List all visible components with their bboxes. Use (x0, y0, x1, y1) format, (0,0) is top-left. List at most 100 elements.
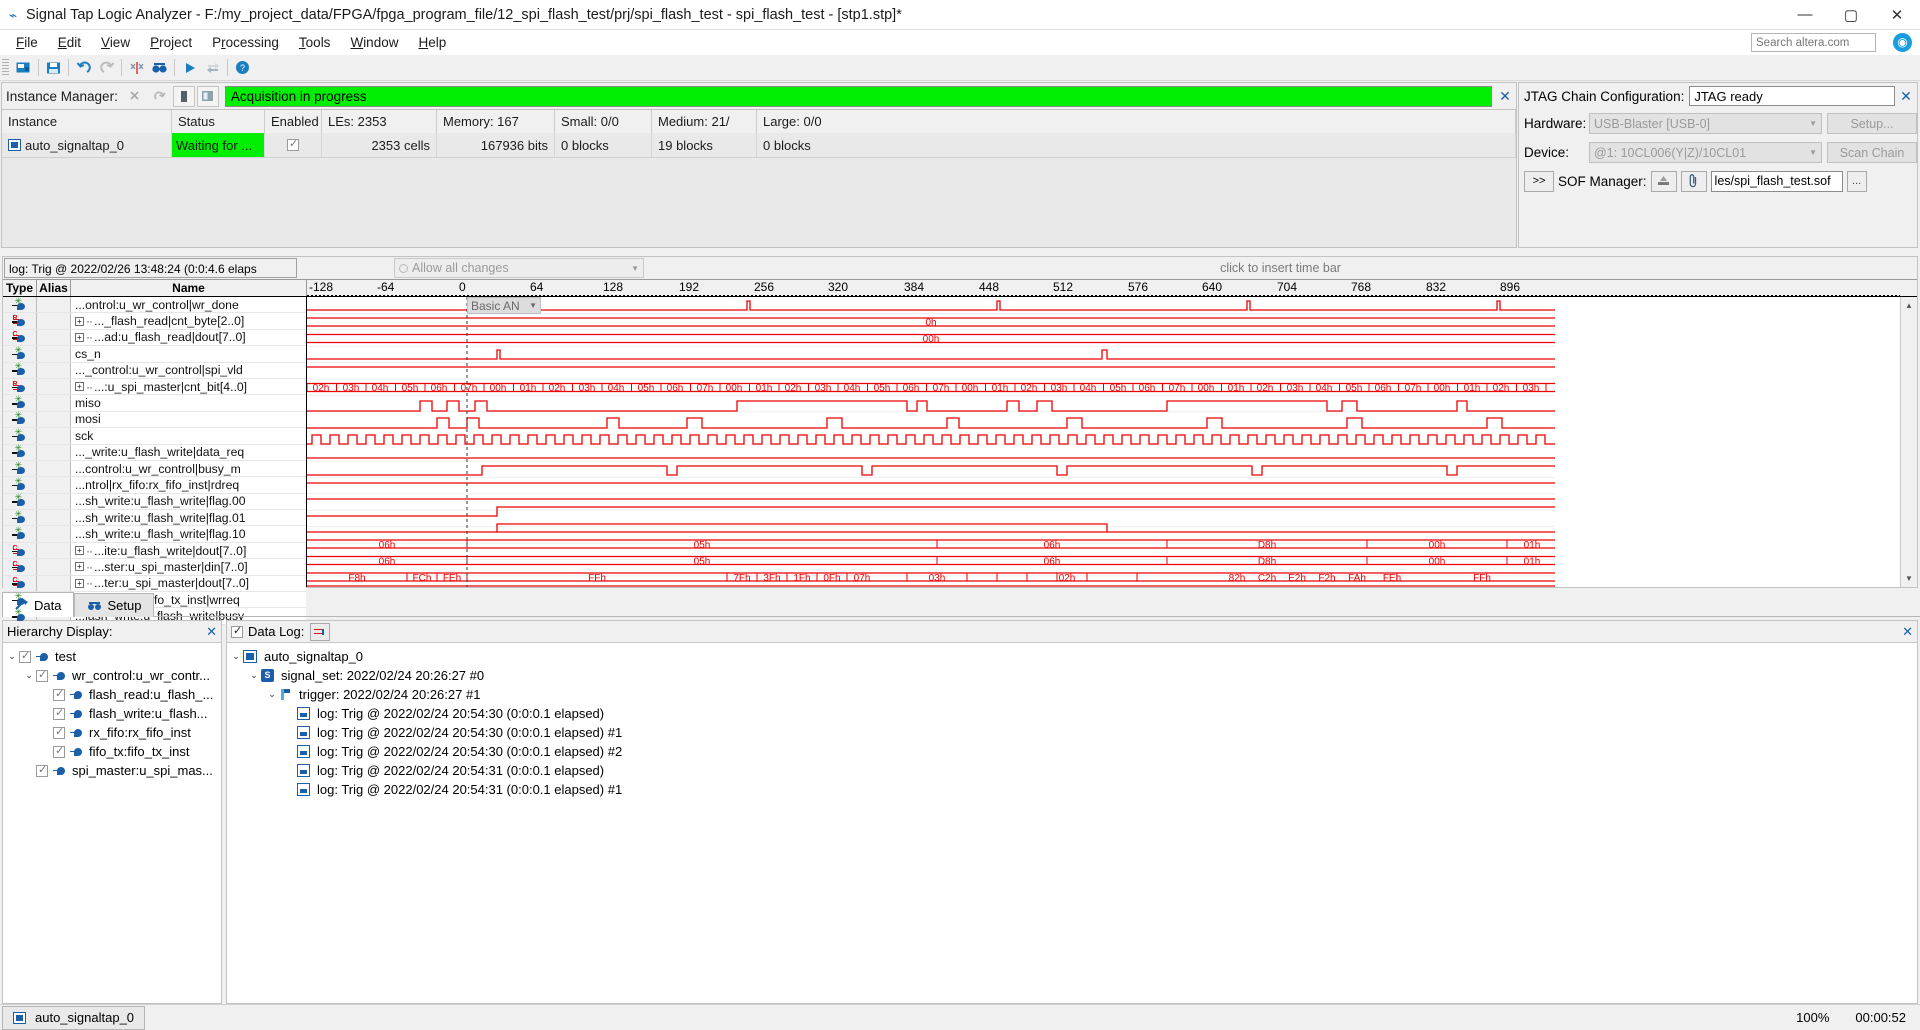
signal-row[interactable]: ✳ ...control:u_wr_control|busy_m (3, 460, 306, 478)
signal-row[interactable]: C +··...ter:u_spi_master|dout[7..0] (3, 575, 306, 593)
read-data-button[interactable] (196, 85, 219, 107)
save-icon[interactable] (42, 57, 65, 79)
chevron-down-icon[interactable]: ⌄ (229, 651, 243, 662)
tab-setup[interactable]: Setup (74, 593, 155, 617)
data-log-node[interactable]: · log: Trig @ 2022/02/24 20:54:30 (0:0:0.… (229, 742, 1917, 761)
data-log-node[interactable]: · log: Trig @ 2022/02/24 20:54:30 (0:0:0.… (229, 704, 1917, 723)
hierarchy-node-checkbox[interactable] (53, 687, 65, 701)
menu-tools[interactable]: Tools (289, 32, 341, 53)
help-icon[interactable]: ? (231, 57, 254, 79)
scroll-track[interactable] (1901, 314, 1917, 570)
expand-bus-icon[interactable]: + (75, 546, 84, 556)
signal-row[interactable]: ✳ miso (3, 394, 306, 412)
menu-help[interactable]: Help (408, 32, 456, 53)
chevron-down-icon[interactable]: ⌄ (22, 670, 36, 681)
undo-icon[interactable] (72, 57, 95, 79)
jtag-close-icon[interactable]: ✕ (1895, 88, 1917, 105)
menu-processing[interactable]: Processing (202, 32, 289, 53)
signal-row[interactable]: R +··..._flash_read|cnt_byte[2..0] (3, 313, 306, 330)
stop-analysis-button[interactable] (172, 85, 195, 107)
signal-row[interactable]: C +··...ad:u_flash_read|dout[7..0] (3, 329, 306, 347)
scroll-down-icon[interactable]: ▼ (1901, 570, 1917, 587)
hierarchy-node-checkbox[interactable] (53, 706, 65, 720)
find-icon[interactable] (148, 57, 171, 79)
signal-row[interactable]: R +··...:u_spi_master|cnt_bit[4..0] (3, 378, 306, 396)
signal-row[interactable]: ✳ mosi (3, 410, 306, 429)
signal-row[interactable]: ✳ cs_n (3, 345, 306, 363)
menu-window[interactable]: Window (340, 32, 408, 53)
signal-row[interactable]: ✳ ...sh_write:u_flash_write|flag.10 (3, 525, 306, 543)
program-device-icon[interactable] (1650, 170, 1677, 192)
time-ruler[interactable]: -128 -64 0 64 128 192 256 320 384 448 51… (307, 280, 1900, 297)
sof-file-field[interactable]: les/spi_flash_test.sof (1710, 170, 1843, 192)
hierarchy-node-checkbox[interactable] (36, 763, 48, 777)
data-log-node[interactable]: ⌄ Ssignal_set: 2022/02/24 20:26:27 #0 (229, 666, 1917, 685)
data-log-node[interactable]: · log: Trig @ 2022/02/24 20:54:30 (0:0:0.… (229, 723, 1917, 742)
hierarchy-node-checkbox[interactable] (53, 725, 65, 739)
hardware-select[interactable]: USB-Blaster [USB-0] ▼ (1589, 113, 1822, 134)
instance-status-tab[interactable]: auto_signaltap_0 (2, 1005, 146, 1030)
search-input[interactable]: Search altera.com (1751, 33, 1876, 52)
search-globe-icon[interactable]: ◉ (1893, 33, 1912, 52)
insert-time-bar-hint[interactable]: click to insert time bar (644, 257, 1917, 279)
chevron-down-icon[interactable]: ⌄ (265, 689, 279, 700)
attach-sof-icon[interactable] (1680, 170, 1707, 192)
device-select[interactable]: @1: 10CL006(Y|Z)/10CL01 ▼ (1589, 142, 1822, 163)
menu-view[interactable]: View (91, 32, 140, 53)
scroll-up-icon[interactable]: ▲ (1901, 297, 1917, 314)
signal-row[interactable]: ✳ ...sh_write:u_flash_write|flag.00 (3, 492, 306, 511)
chevron-down-icon[interactable]: ⌄ (5, 651, 19, 662)
setup-button[interactable]: Setup... (1827, 113, 1917, 134)
hierarchy-node-checkbox[interactable] (19, 649, 31, 663)
instance-manager-close-icon[interactable]: ✕ (1494, 88, 1516, 105)
hierarchy-node[interactable]: · rx_fifo:rx_fifo_inst (5, 723, 221, 742)
waveform-canvas[interactable]: 0h 00h 02h 03h 04h 05h 06h 07h 00h 01h 02h 03… (307, 297, 1900, 587)
hierarchy-node-checkbox[interactable] (53, 744, 65, 758)
toolbar-grip[interactable] (2, 58, 9, 77)
signal-row[interactable]: C +··...ster:u_spi_master|din[7..0] (3, 559, 306, 576)
enabled-checkbox[interactable] (287, 137, 299, 151)
signal-row[interactable]: ✳ ..._write:u_flash_write|data_req (3, 443, 306, 461)
scan-chain-button[interactable]: Scan Chain (1827, 142, 1917, 163)
signal-row[interactable]: ✳ ...ontrol:u_wr_control|wr_done (3, 296, 306, 314)
chevron-down-icon[interactable]: ⌄ (247, 670, 261, 681)
signal-row[interactable]: ✳ ...ntrol|rx_fifo:rx_fifo_inst|rdreq (3, 476, 306, 494)
data-log-checkbox[interactable] (231, 624, 243, 638)
hierarchy-node-checkbox[interactable] (36, 668, 48, 682)
close-button[interactable]: ✕ (1874, 0, 1920, 30)
run-analysis-button[interactable] (125, 86, 147, 107)
expand-bus-icon[interactable]: + (75, 562, 84, 572)
menu-project[interactable]: Project (140, 32, 202, 53)
menu-edit[interactable]: Edit (48, 32, 91, 53)
allow-changes-select[interactable]: Allow all changes ▼ (394, 258, 644, 278)
cell-enabled[interactable] (265, 133, 322, 157)
signal-row[interactable]: ✳ ..._control:u_wr_control|spi_vld (3, 361, 306, 379)
hierarchy-node[interactable]: · flash_write:u_flash... (5, 704, 221, 723)
stop-analysis-icon[interactable] (201, 57, 224, 79)
log-selector[interactable]: log: Trig @ 2022/02/26 13:48:24 (0:0:4.6… (4, 258, 297, 278)
hierarchy-node[interactable]: · fifo_tx:fifo_tx_inst (5, 742, 221, 761)
open-file-icon[interactable] (12, 57, 35, 79)
expand-bus-icon[interactable]: + (75, 332, 84, 342)
basic-an-dropdown[interactable]: Basic AN ▼ (467, 297, 541, 314)
maximize-button[interactable]: ▢ (1828, 0, 1874, 30)
instance-row[interactable]: auto_signaltap_0 Waiting for ... 2353 ce… (2, 133, 1516, 157)
minimize-button[interactable]: — (1782, 0, 1828, 30)
autorun-analysis-button[interactable] (149, 86, 171, 107)
waveform-vertical-scrollbar[interactable]: ▲ ▼ (1900, 297, 1917, 587)
data-log-node[interactable]: · log: Trig @ 2022/02/24 20:54:31 (0:0:0.… (229, 761, 1917, 780)
data-log-node[interactable]: · log: Trig @ 2022/02/24 20:54:31 (0:0:0.… (229, 780, 1917, 799)
signal-row[interactable]: C +··...ite:u_flash_write|dout[7..0] (3, 542, 306, 560)
hierarchy-node[interactable]: · spi_master:u_spi_mas... (5, 761, 221, 780)
hierarchy-node[interactable]: · flash_read:u_flash_... (5, 685, 221, 704)
data-log-node[interactable]: ⌄ auto_signaltap_0 (229, 647, 1917, 666)
expand-bus-icon[interactable]: + (75, 316, 84, 326)
expand-bus-icon[interactable]: + (75, 382, 84, 392)
expand-bus-icon[interactable]: + (75, 578, 84, 588)
sof-browse-button[interactable]: ... (1846, 170, 1867, 192)
signal-row[interactable]: ✳ sck (3, 427, 306, 445)
data-log-node[interactable]: ⌄ trigger: 2022/02/24 20:26:27 #1 (229, 685, 1917, 704)
hierarchy-close-icon[interactable]: ✕ (206, 624, 217, 640)
hierarchy-node[interactable]: ⌄ wr_control:u_wr_contr... (5, 666, 221, 685)
expand-sof-button[interactable]: >> (1524, 170, 1554, 192)
